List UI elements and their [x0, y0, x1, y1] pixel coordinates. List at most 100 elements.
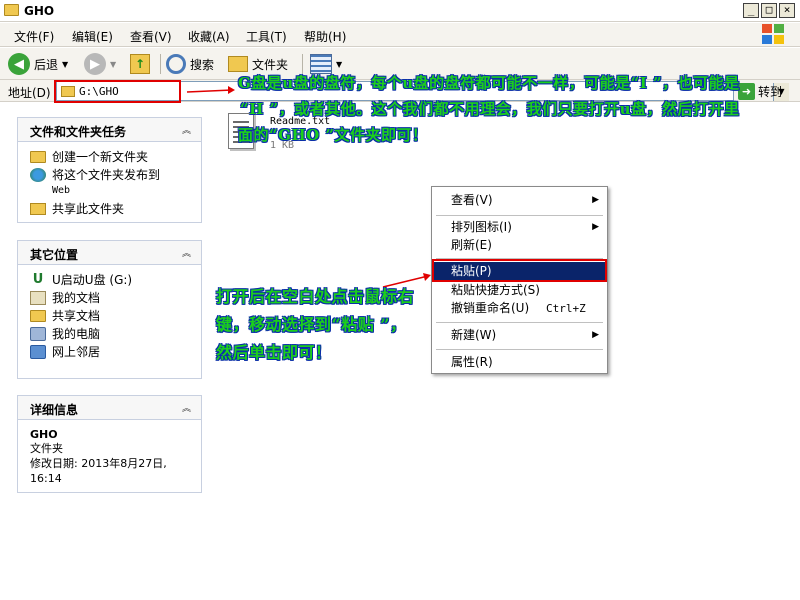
search-button[interactable]: 搜索: [166, 52, 214, 76]
ctx-label: 刷新(E): [451, 238, 492, 252]
usb-drive-icon: U: [32, 272, 44, 287]
annotation-line: G盘是u盘的盘符，每个u盘的盘符都可能不一样，可能是“I ”，也可能是: [238, 74, 740, 92]
detail-modified: 修改日期: 2013年8月27日,: [30, 457, 167, 470]
menu-help[interactable]: 帮助(H): [304, 28, 346, 45]
task-label: Web: [52, 185, 71, 196]
place-label: U启动U盘 (G:): [52, 273, 133, 287]
place-label: 共享文档: [52, 309, 101, 323]
chevron-down-icon: ▼: [110, 59, 117, 69]
up-button[interactable]: ↑: [130, 52, 150, 76]
collapse-icon[interactable]: ︽: [182, 123, 191, 136]
detail-name: GHO: [30, 428, 58, 441]
task-share-folder[interactable]: 共享此文件夹: [30, 202, 201, 216]
ctx-label: 查看(V): [451, 193, 493, 207]
annotation-line: 打开后在空白处点击鼠标右: [216, 287, 415, 306]
minimize-button[interactable]: _: [743, 3, 759, 18]
go-arrow-icon: ➜: [738, 82, 755, 100]
menu-tools[interactable]: 工具(T): [246, 28, 287, 45]
go-label: 转到: [758, 84, 783, 99]
chevron-down-icon: ▼: [336, 59, 343, 69]
shared-folder-icon: [30, 203, 46, 215]
place-usb-drive[interactable]: U U启动U盘 (G:): [30, 272, 201, 288]
place-label: 网上邻居: [52, 345, 101, 359]
panel-header[interactable]: 其它位置 ︽: [18, 241, 201, 265]
panel-title: 文件和文件夹任务: [30, 125, 127, 139]
menu-file[interactable]: 文件(F): [14, 28, 54, 45]
annotation-line: 面的“GHO ”文件夹即可！: [238, 126, 428, 144]
toolbar-separator: [160, 54, 161, 74]
place-my-computer[interactable]: 我的电脑: [30, 327, 201, 341]
submenu-arrow-icon: ▶: [592, 222, 599, 232]
address-highlight-box: [54, 80, 181, 103]
ctx-refresh[interactable]: 刷新(E): [434, 236, 605, 255]
windows-logo-icon: [762, 24, 786, 46]
ctx-label: 粘贴快捷方式(S): [451, 283, 540, 297]
ctx-paste-shortcut[interactable]: 粘贴快捷方式(S): [434, 281, 605, 300]
task-new-folder[interactable]: 创建一个新文件夹: [30, 150, 201, 164]
panel-header[interactable]: 文件和文件夹任务 ︽: [18, 118, 201, 142]
panel-details: 详细信息 ︽ GHO 文件夹 修改日期: 2013年8月27日, 16:14: [17, 395, 202, 493]
paste-highlight-box: [432, 259, 607, 282]
menu-view[interactable]: 查看(V): [130, 28, 172, 45]
forward-arrow-icon: ▶: [84, 53, 106, 75]
window-title: GHO: [24, 4, 55, 18]
maximize-button[interactable]: □: [761, 3, 777, 18]
menu-bar: 文件(F) 编辑(E) 查看(V) 收藏(A) 工具(T) 帮助(H): [0, 23, 800, 47]
ctx-view[interactable]: 查看(V) ▶: [434, 191, 605, 210]
menu-favorites[interactable]: 收藏(A): [188, 28, 230, 45]
annotation-line: “H ”，或者其他。这个我们都不用理会，我们只要打开u盘，然后打开里: [240, 100, 740, 118]
ctx-label: 排列图标(I): [451, 220, 512, 234]
search-icon: [166, 54, 186, 74]
new-folder-icon: [30, 151, 46, 163]
place-label: 我的电脑: [52, 327, 101, 341]
panel-title: 详细信息: [30, 403, 79, 417]
go-button[interactable]: ➜ 转到: [738, 82, 782, 100]
title-bar: GHO _ □ ×: [0, 0, 800, 22]
close-button[interactable]: ×: [779, 3, 795, 18]
ctx-arrange-icons[interactable]: 排列图标(I) ▶: [434, 218, 605, 237]
ctx-separator: [436, 349, 603, 350]
place-my-documents[interactable]: 我的文档: [30, 291, 201, 305]
submenu-arrow-icon: ▶: [592, 195, 599, 205]
ctx-separator: [436, 322, 603, 323]
detail-time: 16:14: [30, 472, 62, 485]
chevron-down-icon: ▼: [62, 59, 69, 69]
network-icon: [30, 345, 46, 359]
task-publish-web[interactable]: 将这个文件夹发布到 Web: [30, 168, 201, 198]
shared-folder-icon: [30, 310, 46, 322]
annotation-top: G盘是u盘的盘符，每个u盘的盘符都可能不一样，可能是“I ”，也可能是 “H ”…: [238, 70, 740, 148]
place-shared-documents[interactable]: 共享文档: [30, 309, 201, 323]
submenu-arrow-icon: ▶: [592, 330, 599, 340]
folder-up-icon: ↑: [130, 54, 150, 74]
detail-type: 文件夹: [30, 442, 63, 455]
panel-file-tasks: 文件和文件夹任务 ︽ 创建一个新文件夹 将这个文件夹发布到 Web 共享此文件夹: [17, 117, 202, 223]
ctx-separator: [436, 215, 603, 216]
collapse-icon[interactable]: ︽: [182, 401, 191, 414]
collapse-icon[interactable]: ︽: [182, 246, 191, 259]
globe-icon: [30, 168, 46, 182]
ctx-new[interactable]: 新建(W) ▶: [434, 326, 605, 345]
task-label: 将这个文件夹发布到: [52, 168, 161, 182]
forward-button[interactable]: ▶ ▼: [84, 52, 116, 76]
panel-other-places: 其它位置 ︽ U U启动U盘 (G:) 我的文档 共享文档 我的电脑 网上邻居: [17, 240, 202, 379]
task-label: 共享此文件夹: [52, 202, 125, 216]
annotation-left: 打开后在空白处点击鼠标右 键，移动选择到“粘贴 ”， 然后单击即可！: [216, 283, 414, 367]
panel-header[interactable]: 详细信息 ︽: [18, 396, 201, 420]
ctx-label: 属性(R): [451, 355, 493, 369]
ctx-label: 新建(W): [451, 328, 497, 342]
place-label: 我的文档: [52, 291, 101, 305]
annotation-line: 然后单击即可！: [216, 343, 332, 362]
folder-icon: [4, 4, 19, 16]
place-network[interactable]: 网上邻居: [30, 345, 201, 359]
ctx-accelerator: Ctrl+Z: [546, 302, 586, 315]
menu-edit[interactable]: 编辑(E): [72, 28, 113, 45]
task-label: 创建一个新文件夹: [52, 150, 149, 164]
panel-title: 其它位置: [30, 248, 79, 262]
computer-icon: [30, 327, 46, 341]
ctx-undo-rename[interactable]: 撤销重命名(U) Ctrl+Z: [434, 299, 605, 318]
back-button[interactable]: ◀ 后退 ▼: [8, 52, 68, 76]
ctx-properties[interactable]: 属性(R): [434, 353, 605, 372]
ctx-label: 撤销重命名(U): [451, 301, 530, 315]
back-arrow-icon: ◀: [8, 53, 30, 75]
back-label: 后退: [34, 57, 59, 72]
